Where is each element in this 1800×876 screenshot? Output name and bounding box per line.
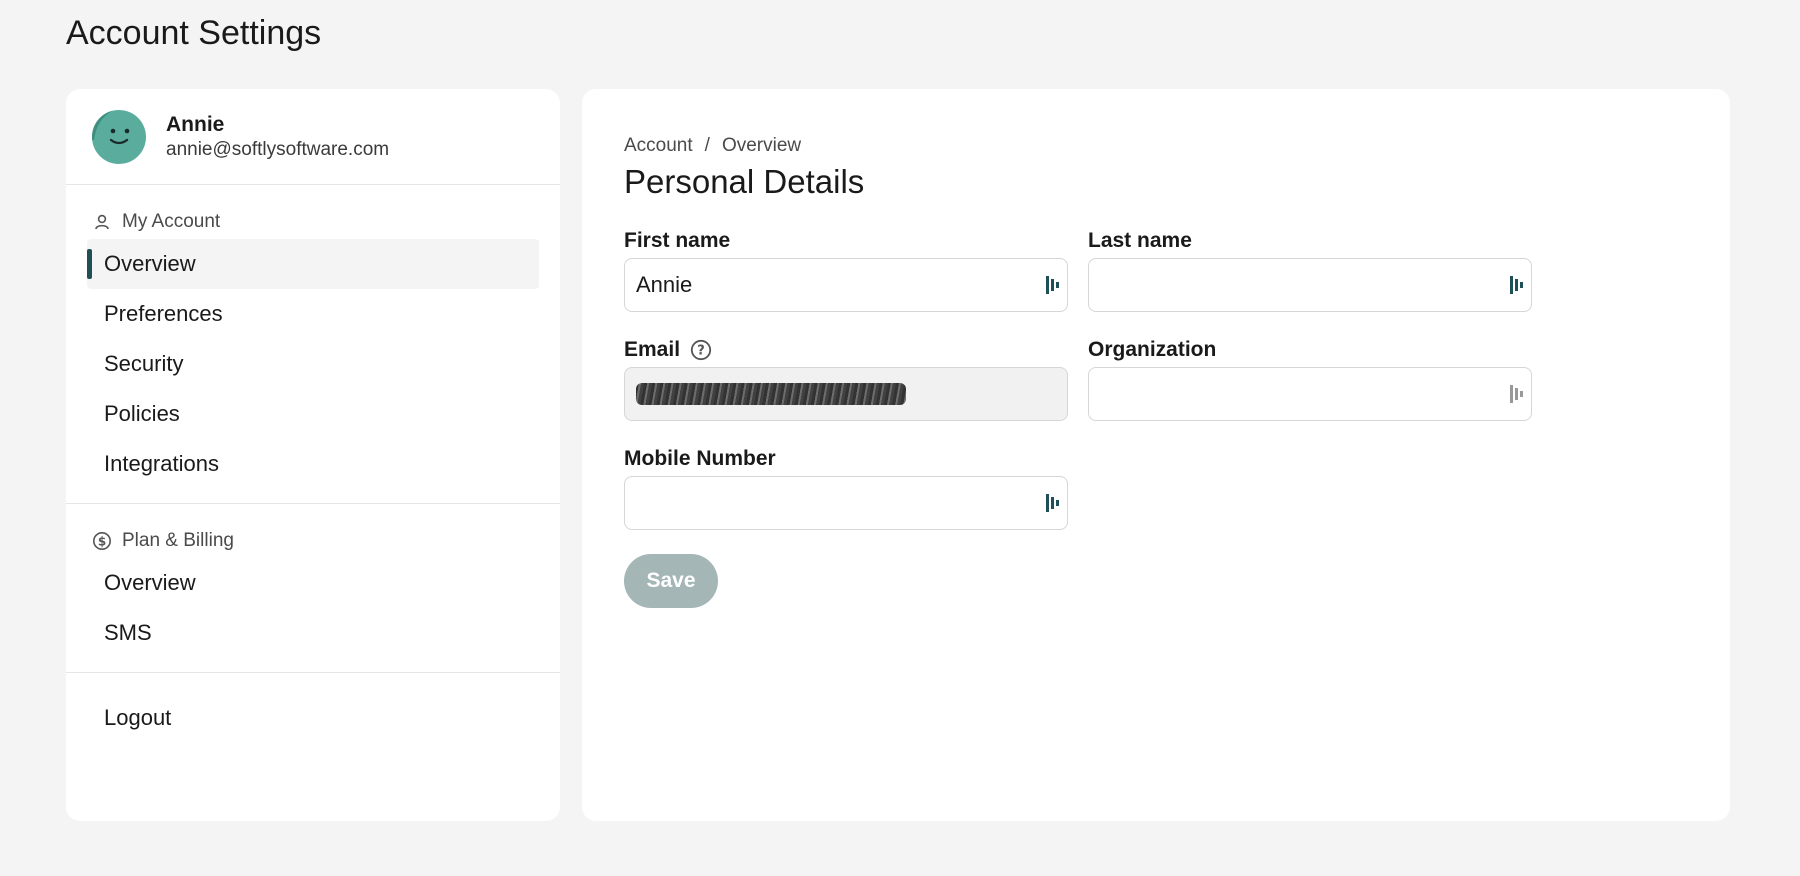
profile-email: annie@softlysoftware.com xyxy=(166,138,390,160)
email-label: Email xyxy=(624,338,681,361)
avatar xyxy=(92,109,146,164)
section-heading-plan-billing: $ Plan & Billing xyxy=(66,524,560,558)
autofill-icon[interactable] xyxy=(1045,275,1061,295)
section-heading-label: Plan & Billing xyxy=(122,530,234,551)
autofill-icon[interactable] xyxy=(1509,384,1525,404)
mobile-number-input[interactable] xyxy=(636,483,1016,523)
email-field: Email ? xyxy=(624,335,1068,421)
section-heading-label: My Account xyxy=(122,211,221,232)
organization-box xyxy=(1088,367,1532,421)
breadcrumb: Account / Overview xyxy=(624,135,801,157)
svg-text:$: $ xyxy=(98,535,106,549)
svg-text:?: ? xyxy=(697,344,705,359)
sidebar-item-policies[interactable]: Policies xyxy=(87,389,539,439)
sidebar: Annie annie@softlysoftware.com My Accoun… xyxy=(66,89,560,821)
page-title: Account Settings xyxy=(66,14,322,52)
help-icon[interactable]: ? xyxy=(690,339,712,361)
main-panel: Account / Overview Personal Details Firs… xyxy=(582,89,1730,821)
save-button[interactable]: Save xyxy=(624,554,718,608)
last-name-box xyxy=(1088,258,1532,312)
sidebar-item-overview[interactable]: Overview xyxy=(87,239,539,289)
sidebar-item-preferences[interactable]: Preferences xyxy=(87,289,539,339)
mobile-number-label: Mobile Number xyxy=(624,447,776,470)
organization-field: Organization xyxy=(1088,335,1532,421)
first-name-label: First name xyxy=(624,229,731,252)
logout-button[interactable]: Logout xyxy=(87,693,539,743)
autofill-icon[interactable] xyxy=(1509,275,1525,295)
organization-label: Organization xyxy=(1088,338,1217,361)
breadcrumb-current: Overview xyxy=(721,135,802,156)
person-icon xyxy=(92,212,112,232)
logout-section: Logout xyxy=(66,673,560,757)
my-account-section: My Account Overview Preferences Security… xyxy=(66,185,560,504)
organization-input[interactable] xyxy=(1100,374,1480,414)
dollar-circle-icon: $ xyxy=(92,531,112,551)
sidebar-item-integrations[interactable]: Integrations xyxy=(87,439,539,489)
smiley-face-icon xyxy=(92,109,130,144)
last-name-field: Last name xyxy=(1088,226,1532,312)
plan-billing-section: $ Plan & Billing Overview SMS xyxy=(66,504,560,673)
first-name-input[interactable] xyxy=(636,265,1016,305)
email-box xyxy=(624,367,1068,421)
last-name-input[interactable] xyxy=(1100,265,1480,305)
section-heading-my-account: My Account xyxy=(66,205,560,239)
mobile-number-field: Mobile Number xyxy=(624,444,1068,530)
profile-card: Annie annie@softlysoftware.com xyxy=(66,89,560,185)
mobile-number-box xyxy=(624,476,1068,530)
breadcrumb-separator: / xyxy=(704,135,710,156)
breadcrumb-root[interactable]: Account xyxy=(624,135,693,157)
sidebar-item-sms[interactable]: SMS xyxy=(87,608,539,658)
autofill-icon[interactable] xyxy=(1045,493,1061,513)
last-name-label: Last name xyxy=(1088,229,1192,252)
sidebar-item-security[interactable]: Security xyxy=(87,339,539,389)
section-title: Personal Details xyxy=(624,163,865,200)
sidebar-item-billing-overview[interactable]: Overview xyxy=(87,558,539,608)
first-name-box xyxy=(624,258,1068,312)
profile-name: Annie xyxy=(166,112,225,136)
redacted-email-value xyxy=(636,383,906,405)
first-name-field: First name xyxy=(624,226,1068,312)
